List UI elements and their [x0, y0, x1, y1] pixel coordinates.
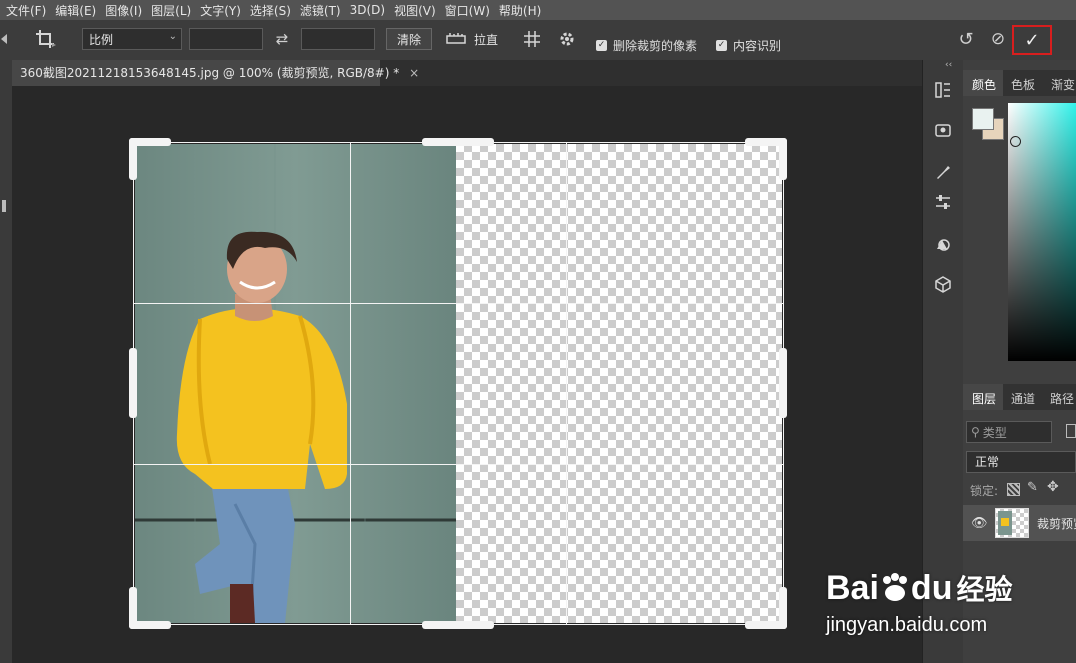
delete-cropped-label: 删除裁剪的像素 [613, 38, 698, 53]
thumbnail-photo [998, 511, 1012, 535]
straighten-icon [446, 31, 466, 48]
commit-button[interactable]: ✓ [1012, 25, 1052, 55]
brush-icon[interactable] [931, 160, 955, 184]
blend-mode-select[interactable]: 正常 [966, 451, 1076, 473]
layer-name: 裁剪预览 [1037, 517, 1076, 531]
menu-select[interactable]: 选择(S) [250, 2, 291, 19]
menu-image[interactable]: 图像(I) [105, 2, 142, 19]
checkmark-icon: ✓ [1024, 29, 1040, 51]
tab-swatches[interactable]: 色板 [1011, 76, 1035, 93]
menu-layer[interactable]: 图层(L) [151, 2, 191, 19]
collapse-panels-icon[interactable]: ‹‹ [945, 60, 961, 70]
grid-line [134, 303, 783, 304]
document-tab-title: 360截图20211218153648145.jpg @ 100% (裁剪预览,… [20, 66, 400, 80]
height-field[interactable] [301, 28, 375, 50]
width-field[interactable] [189, 28, 263, 50]
crop-handle-bottom-left[interactable] [129, 587, 137, 629]
thumbnail-sweater [1001, 518, 1009, 526]
document-tab[interactable]: 360截图20211218153648145.jpg @ 100% (裁剪预览,… [12, 60, 419, 86]
straighten-label: 拉直 [474, 32, 499, 47]
menu-filter[interactable]: 滤镜(T) [300, 2, 341, 19]
cube-icon[interactable] [931, 272, 955, 296]
lock-transparency-icon[interactable] [1007, 483, 1020, 496]
menu-edit[interactable]: 编辑(E) [55, 2, 96, 19]
grid-line [566, 143, 567, 624]
crop-tool-icon[interactable] [28, 28, 64, 50]
menu-bar: 文件(F) 编辑(E) 图像(I) 图层(L) 文字(Y) 选择(S) 滤镜(T… [0, 0, 1076, 20]
menu-window[interactable]: 窗口(W) [445, 2, 490, 19]
watermark-brand: Bai du 经验 [826, 568, 1012, 608]
adjustments-icon[interactable] [931, 190, 955, 214]
layer-filter-select[interactable]: ⚲ 类型 [966, 421, 1052, 443]
lock-paint-icon[interactable]: ✎ [1027, 480, 1038, 495]
layer-thumbnail [995, 508, 1029, 538]
crop-handle-right[interactable] [779, 348, 787, 418]
crop-handle-top-left[interactable] [129, 138, 137, 180]
crop-handle-bottom[interactable] [422, 621, 494, 629]
overlay-grid-icon[interactable] [520, 28, 544, 50]
menu-help[interactable]: 帮助(H) [499, 2, 541, 19]
checkmark-icon: ✓ [716, 39, 727, 51]
content-aware-label: 内容识别 [733, 38, 782, 53]
straighten-button[interactable]: 拉直 [446, 28, 498, 50]
watermark-product: 经验 [956, 574, 1013, 605]
shapes-icon[interactable] [931, 232, 955, 256]
menu-view[interactable]: 视图(V) [394, 2, 436, 19]
lock-position-icon[interactable]: ✥ [1047, 479, 1059, 495]
tab-layers[interactable]: 图层 [972, 390, 996, 407]
properties-icon[interactable] [931, 118, 955, 142]
tool-indicator[interactable] [2, 200, 6, 212]
close-icon[interactable]: × [409, 66, 419, 80]
layer-filter-placeholder: 类型 [982, 425, 1007, 440]
watermark-brand-du: du [910, 569, 953, 607]
tab-color[interactable]: 颜色 [972, 76, 996, 93]
menu-type[interactable]: 文字(Y) [200, 2, 241, 19]
crop-handle-top-right[interactable] [779, 138, 787, 180]
tool-edge-icon [0, 28, 10, 50]
ratio-select[interactable]: 比例 ⌄ [82, 28, 182, 50]
crop-frame[interactable] [133, 142, 784, 625]
checkmark-icon: ✓ [596, 39, 607, 51]
delete-cropped-checkbox[interactable]: ✓ 删除裁剪的像素 [596, 34, 697, 56]
search-icon: ⚲ [971, 425, 980, 439]
cancel-icon[interactable]: ⊘ [986, 28, 1010, 50]
history-icon[interactable] [931, 78, 955, 102]
color-picker-cursor[interactable] [1010, 136, 1021, 147]
foreground-color-swatch[interactable] [972, 108, 994, 130]
watermark-brand-bai: Bai [826, 569, 879, 607]
watermark-url: jingyan.baidu.com [826, 614, 988, 636]
tab-channels[interactable]: 通道 [1011, 390, 1035, 407]
paw-icon [879, 572, 911, 602]
grid-line [350, 143, 351, 624]
menu-file[interactable]: 文件(F) [6, 2, 46, 19]
eye-icon[interactable]: 👁 [971, 516, 988, 531]
menu-3d[interactable]: 3D(D) [350, 3, 385, 17]
ratio-select-value: 比例 [89, 33, 114, 47]
crop-handle-bottom-right[interactable] [779, 587, 787, 629]
tab-gradients[interactable]: 渐变 [1051, 76, 1075, 93]
swap-icon[interactable]: ⇄ [268, 28, 296, 50]
tab-paths[interactable]: 路径 [1050, 390, 1074, 407]
content-aware-checkbox[interactable]: ✓ 内容识别 [716, 34, 781, 56]
gear-icon[interactable] [555, 28, 579, 50]
crop-handle-left[interactable] [129, 348, 137, 418]
document-tabbar: 360截图20211218153648145.jpg @ 100% (裁剪预览,… [12, 60, 922, 86]
options-bar: 比例 ⌄ ⇄ 清除 拉直 ✓ 删除裁剪的像素 ✓ 内容识别 ↺ ⊘ [0, 20, 1076, 61]
reset-icon[interactable]: ↺ [954, 28, 978, 50]
lock-label: 锁定: [970, 484, 999, 498]
crop-handle-top[interactable] [422, 138, 494, 146]
grid-line [134, 464, 783, 465]
image-filter-icon[interactable] [1066, 424, 1076, 438]
clear-button[interactable]: 清除 [386, 28, 433, 50]
chevron-down-icon: ⌄ [168, 31, 177, 42]
